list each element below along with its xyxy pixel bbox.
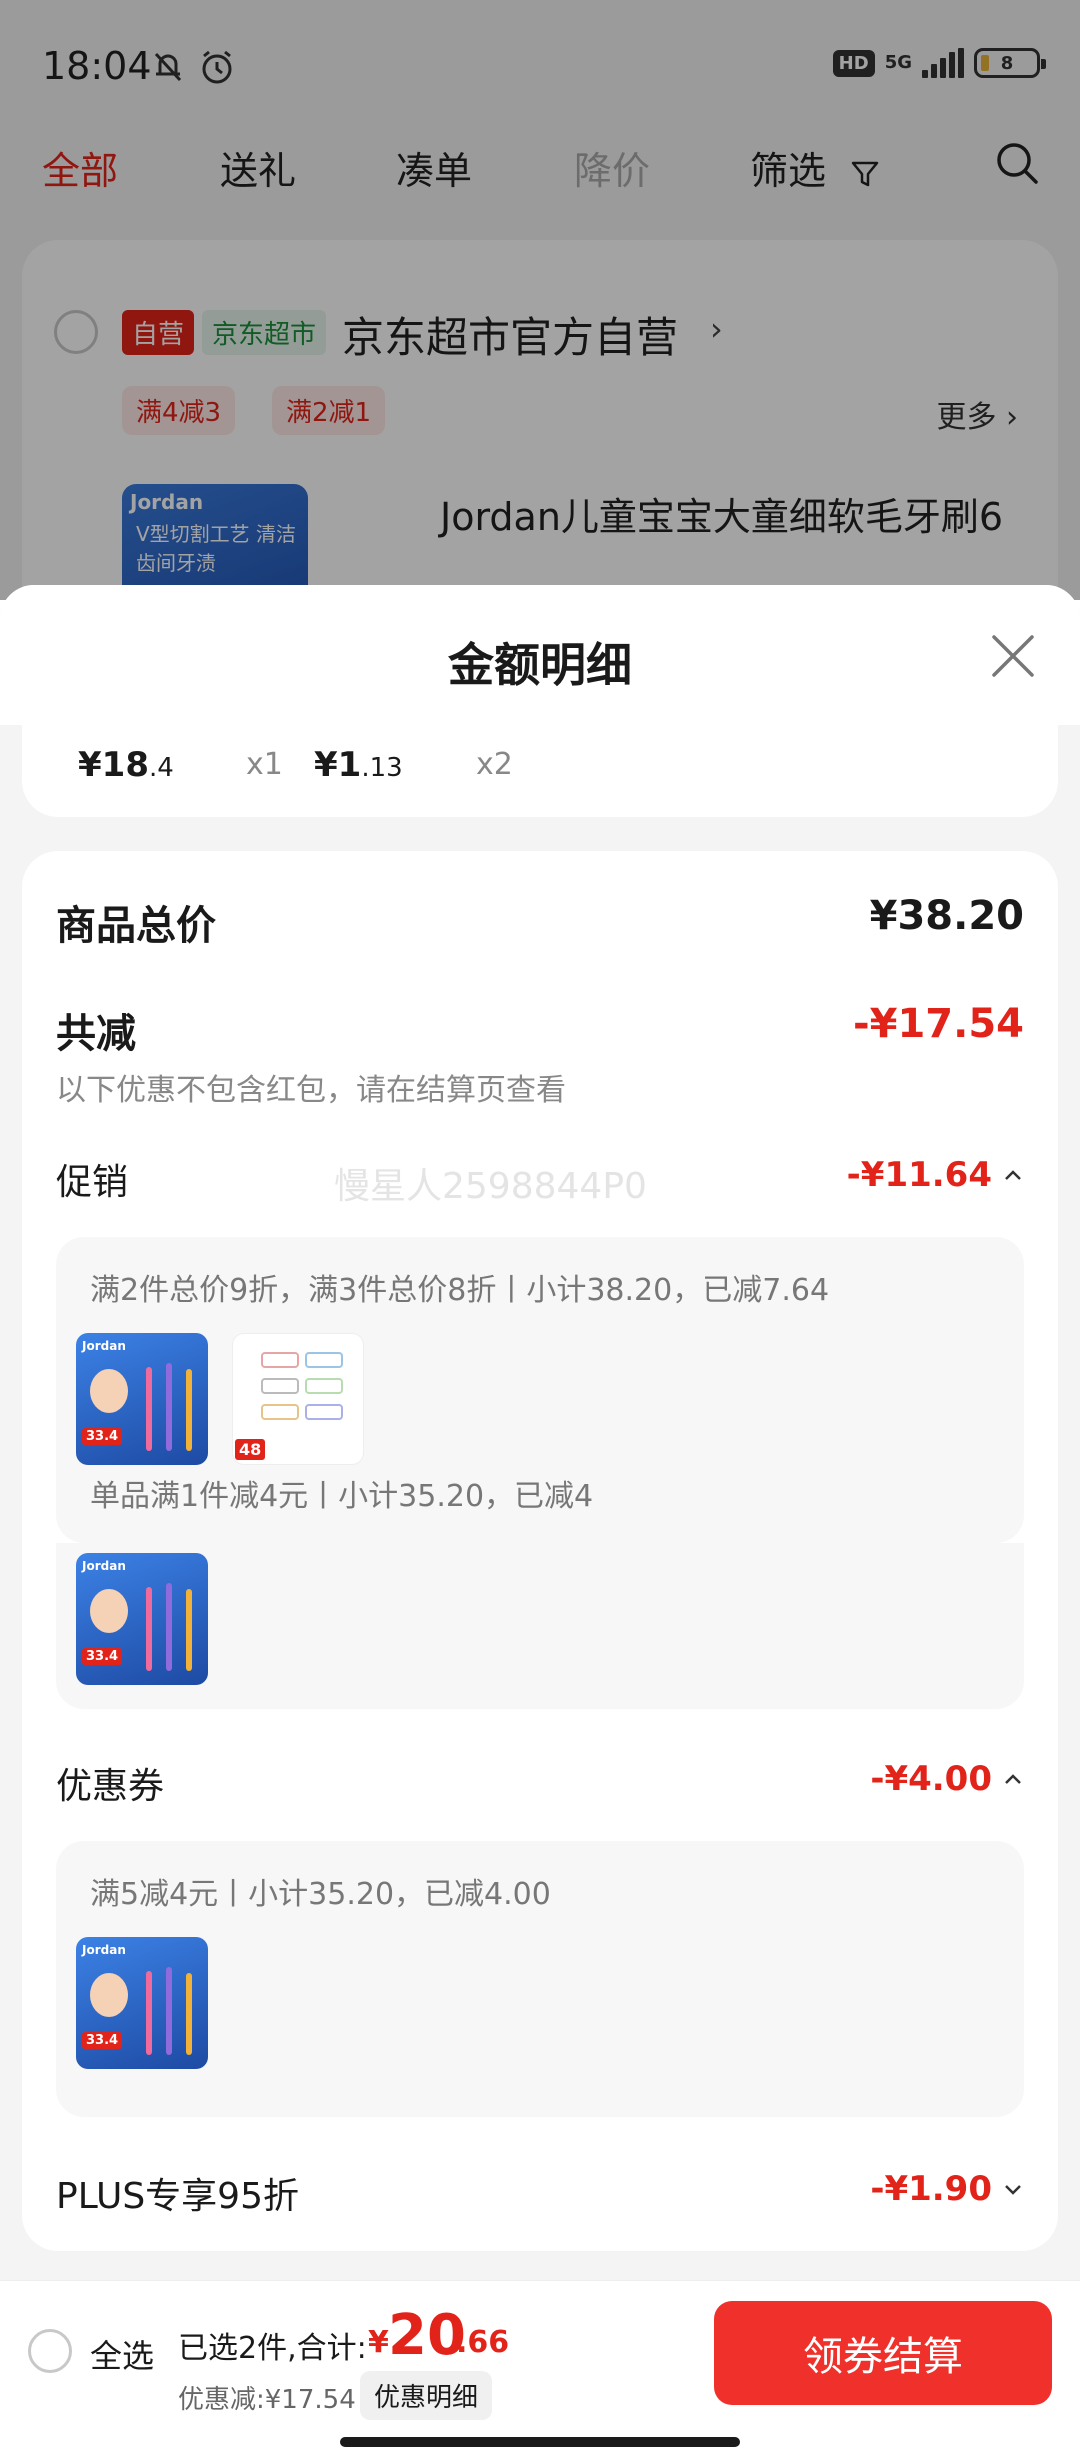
- sheet-title: 金额明细: [448, 638, 632, 692]
- price-breakdown-card: 商品总价 ¥38.20 共减 -¥17.54 以下优惠不包含红包，请在结算页查看…: [22, 851, 1058, 2251]
- checkout-bar: 全选 已选2件,合计: ¥ 20 .66 优惠减:¥17.54 优惠明细 领券结…: [0, 2280, 1080, 2460]
- item-price-1-dec: .4: [148, 753, 174, 783]
- thumb-brand-3: Jordan: [82, 1943, 126, 1957]
- thumb-child-face-3: [90, 1973, 128, 2017]
- coupon-toggle[interactable]: -¥4.00: [870, 1759, 1024, 1799]
- thumb-toothbrush-1: [146, 1367, 152, 1451]
- coupon-label: 优惠券: [56, 1766, 165, 1807]
- thumb-child-face: [90, 1369, 128, 1413]
- clip-row-2: [261, 1378, 343, 1394]
- thumb-price-badge: 33.4: [82, 1428, 123, 1445]
- close-icon[interactable]: [988, 631, 1038, 681]
- chevron-down-icon: [1005, 2185, 1021, 2195]
- promotion-detail-box: 满2件总价9折，满3件总价8折丨小计38.20，已减7.64 Jordan 33…: [56, 1237, 1024, 1543]
- product-thumb-toothbrush: Jordan 33.4: [76, 1333, 208, 1465]
- clip-row-1: [261, 1352, 343, 1368]
- amount-detail-sheet: 金额明细 ¥18.4 x1 ¥1.13 x2 商品总价 ¥38.20 共减 -¥…: [0, 585, 1080, 2460]
- item-qty-1: x1: [246, 747, 283, 782]
- item-qty-2: x2: [476, 747, 513, 782]
- total-discount-label: 共减: [56, 1011, 136, 1057]
- promotion-label: 促销: [56, 1162, 129, 1203]
- total-price-value: ¥38.20: [869, 893, 1024, 939]
- thumb-price-badge-3: 33.4: [82, 2032, 123, 2049]
- thumb-child-face-2: [90, 1589, 128, 1633]
- plus-discount-toggle[interactable]: -¥1.90: [870, 2169, 1024, 2209]
- promotion-rule-1: 满2件总价9折，满3件总价8折丨小计38.20，已减7.64: [90, 1273, 830, 1308]
- product-thumb-toothbrush-3: Jordan 33.4: [76, 1937, 208, 2069]
- discount-detail-button[interactable]: 优惠明细: [360, 2371, 493, 2420]
- promotion-rule-2: 单品满1件减4元丨小计35.20，已减4: [90, 1479, 594, 1514]
- item-quantity-card: ¥18.4 x1 ¥1.13 x2: [22, 725, 1058, 817]
- thumb-toothbrush-3: [186, 1369, 192, 1451]
- coupon-value: -¥4.00: [870, 1759, 992, 1799]
- thumb-toothbrush-8: [166, 1967, 172, 2055]
- thumb-brand: Jordan: [82, 1339, 126, 1353]
- thumb-toothbrush-6: [186, 1589, 192, 1671]
- home-indicator[interactable]: [340, 2437, 740, 2447]
- thumb-toothbrush-5: [166, 1583, 172, 1671]
- coupon-rule-1: 满5减4元丨小计35.20，已减4.00: [90, 1877, 551, 1912]
- thumb-toothbrush-7: [146, 1971, 152, 2055]
- discount-note: 以下优惠不包含红包，请在结算页查看: [56, 1073, 566, 1108]
- discount-summary: 优惠减:¥17.54: [178, 2385, 356, 2415]
- product-thumb-toothbrush-2: Jordan 33.4: [76, 1553, 208, 1685]
- sheet-header: 金额明细: [0, 585, 1080, 725]
- item-price-1: ¥18.4: [78, 745, 174, 785]
- total-amount-integer: 20: [388, 2303, 466, 2368]
- product-thumb-clip: 48: [232, 1333, 364, 1465]
- plus-discount-value: -¥1.90: [870, 2169, 992, 2209]
- promotion-detail-box-2: Jordan 33.4: [56, 1543, 1024, 1709]
- checkout-button[interactable]: 领券结算: [714, 2301, 1052, 2405]
- item-price-1-int: ¥18: [78, 745, 149, 785]
- thumb-toothbrush-4: [146, 1587, 152, 1671]
- coupon-detail-box: 满5减4元丨小计35.20，已减4.00 Jordan 33.4: [56, 1841, 1024, 2117]
- clip-count-badge: 48: [235, 1439, 266, 1460]
- select-all-radio[interactable]: [28, 2329, 72, 2373]
- selected-total-label: 已选2件,合计:: [178, 2331, 367, 2366]
- select-all-label[interactable]: 全选: [90, 2331, 154, 2377]
- modal-overlay[interactable]: [0, 0, 1080, 600]
- promotion-toggle[interactable]: -¥11.64: [847, 1155, 1024, 1195]
- promotion-value: -¥11.64: [846, 1155, 992, 1195]
- thumb-price-badge-2: 33.4: [82, 1648, 123, 1665]
- item-price-2-int: ¥1: [314, 745, 362, 785]
- thumb-toothbrush-9: [186, 1973, 192, 2055]
- item-price-2: ¥1.13: [314, 745, 403, 785]
- clip-row-3: [261, 1404, 343, 1420]
- chevron-up-icon: [1005, 1774, 1021, 1784]
- thumb-toothbrush-2: [166, 1363, 172, 1451]
- watermark: 慢星人2598844P0: [334, 1166, 647, 1207]
- chevron-up-icon: [1005, 1170, 1021, 1180]
- total-currency: ¥: [368, 2325, 389, 2360]
- thumb-brand-2: Jordan: [82, 1559, 126, 1573]
- plus-discount-label: PLUS专享95折: [56, 2176, 299, 2217]
- total-amount-decimal: .66: [456, 2325, 510, 2360]
- item-price-2-dec: .13: [361, 753, 403, 783]
- total-price-label: 商品总价: [56, 903, 216, 949]
- total-discount-value: -¥17.54: [853, 1001, 1024, 1047]
